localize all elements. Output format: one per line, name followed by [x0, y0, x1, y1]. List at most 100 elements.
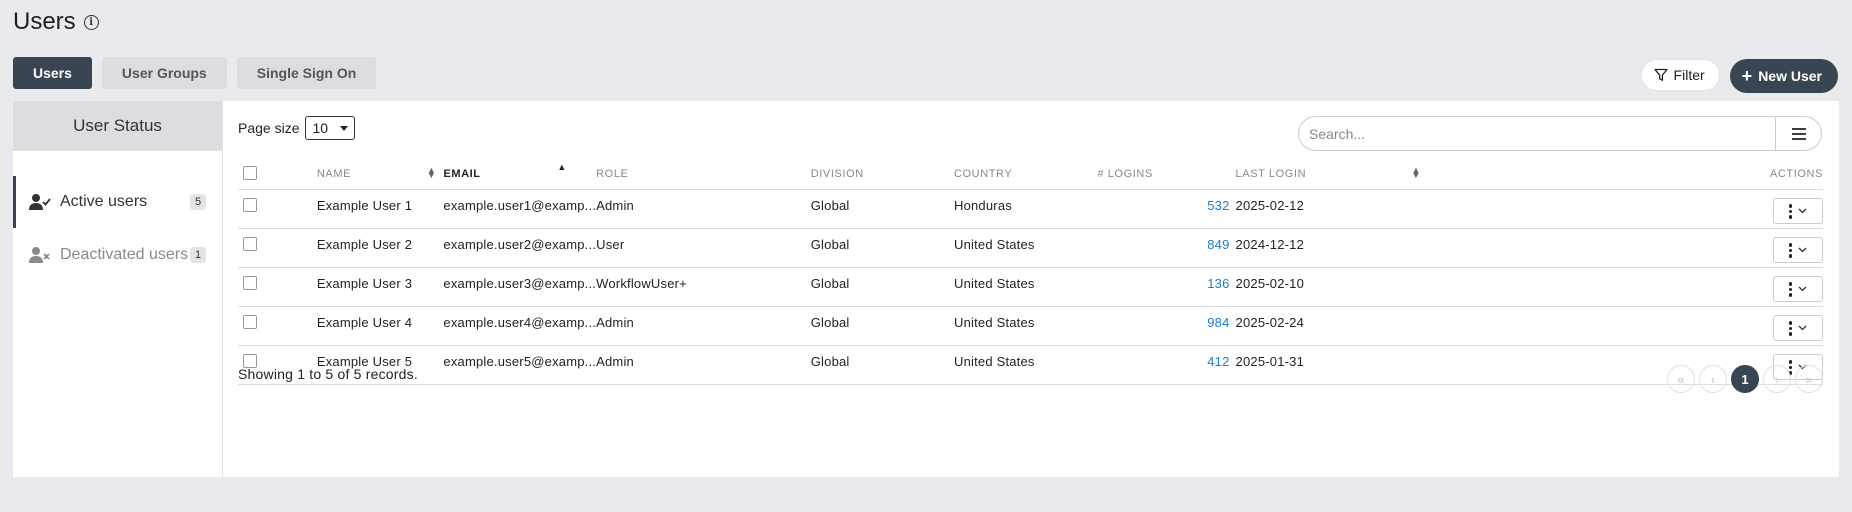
row-checkbox[interactable] — [243, 236, 257, 251]
cell-actions — [1422, 306, 1823, 346]
cell-email: example.user4@examp... — [443, 306, 597, 346]
chevron-down-icon — [1798, 208, 1807, 214]
cell-logins-link[interactable]: 532 — [1097, 189, 1236, 229]
chevron-down-icon — [1798, 325, 1807, 331]
page-title-text: Users — [13, 8, 76, 35]
cell-name: Example User 4 — [316, 306, 444, 346]
row-actions-button[interactable] — [1773, 237, 1823, 264]
table-row[interactable]: Example User 1 example.user1@examp... Admi… — [238, 189, 1823, 229]
cell-division: Global — [810, 345, 954, 385]
page-size-select[interactable]: 10 — [305, 116, 356, 140]
tab-users[interactable]: Users — [13, 57, 92, 89]
cell-name: Example User 1 — [316, 189, 444, 229]
filter-icon — [1653, 68, 1668, 81]
tab-user-groups[interactable]: User Groups — [101, 57, 227, 89]
select-all-checkbox[interactable] — [243, 165, 257, 180]
sort-icon: ▲ ▼ — [1411, 165, 1422, 180]
page-title: Users i — [13, 8, 99, 36]
filter-button[interactable]: Filter — [1640, 59, 1720, 91]
header-country[interactable]: COUNTRY — [953, 157, 1098, 190]
page-size-value: 10 — [312, 120, 329, 136]
header-last-login-label: LAST LOGIN — [1235, 168, 1307, 181]
cell-country: United States — [953, 228, 1098, 268]
last-page-button[interactable]: » — [1795, 365, 1823, 393]
cell-logins-link[interactable]: 984 — [1097, 306, 1236, 346]
cell-role: WorkflowUser+ — [596, 267, 811, 307]
cell-last-login: 2025-02-10 — [1235, 267, 1423, 307]
cell-division: Global — [810, 267, 954, 307]
previous-page-button[interactable]: ‹ — [1699, 365, 1727, 393]
chevron-down-icon — [340, 125, 349, 131]
header-country-label: COUNTRY — [953, 168, 1013, 181]
row-actions-button[interactable] — [1773, 198, 1823, 225]
kebab-icon — [1788, 243, 1793, 258]
row-checkbox[interactable] — [243, 314, 257, 329]
header-email[interactable]: EMAIL ▲ — [443, 157, 597, 190]
cell-country: United States — [953, 306, 1098, 346]
cell-role: Admin — [596, 306, 811, 346]
table-row[interactable]: Example User 4 example.user4@examp... Admi… — [238, 306, 1823, 346]
user-x-icon — [29, 247, 50, 263]
tab-single-sign-on[interactable]: Single Sign On — [236, 57, 377, 89]
tab-bar: Users User Groups Single Sign On — [13, 57, 377, 89]
status-sidebar: User Status Active users 5 Deactivated u… — [13, 101, 223, 477]
cell-country: United States — [953, 267, 1098, 307]
deactivated-users-count-badge: 1 — [190, 247, 206, 263]
first-page-button[interactable]: « — [1667, 365, 1695, 393]
cell-country: United States — [953, 345, 1098, 385]
sort-ascending-icon: ▲ — [557, 162, 567, 172]
cell-actions — [1422, 228, 1823, 268]
header-logins-label: # LOGINS — [1097, 168, 1153, 181]
header-division[interactable]: DIVISION — [810, 157, 954, 190]
filter-button-label: Filter — [1673, 67, 1705, 83]
cell-role: User — [596, 228, 811, 268]
pagination: « ‹ 1 › » — [1667, 365, 1823, 393]
cell-division: Global — [810, 306, 954, 346]
header-select-all — [238, 157, 317, 190]
search-input[interactable] — [1299, 117, 1775, 150]
row-actions-button[interactable] — [1773, 276, 1823, 303]
cell-name: Example User 2 — [316, 228, 444, 268]
row-actions-button[interactable] — [1773, 315, 1823, 342]
page-button-current[interactable]: 1 — [1731, 365, 1759, 393]
cell-logins-link[interactable]: 136 — [1097, 267, 1236, 307]
top-actions: Filter + New User — [1640, 59, 1838, 93]
table-row[interactable]: Example User 2 example.user2@examp... User… — [238, 228, 1823, 268]
header-role-label: ROLE — [596, 168, 629, 181]
column-menu-button[interactable] — [1775, 117, 1821, 150]
cell-division: Global — [810, 189, 954, 229]
cell-logins-link[interactable]: 412 — [1097, 345, 1236, 385]
row-select-cell — [238, 306, 317, 346]
page-size-label: Page size — [238, 120, 300, 136]
sidebar-item-label: Deactivated users — [60, 246, 189, 263]
header-name[interactable]: NAME ▲ ▼ — [316, 157, 444, 190]
info-icon[interactable]: i — [83, 14, 99, 30]
cell-role: Admin — [596, 189, 811, 229]
row-checkbox[interactable] — [243, 197, 257, 212]
header-actions: ACTIONS — [1422, 157, 1823, 190]
next-page-button[interactable]: › — [1763, 365, 1791, 393]
row-checkbox[interactable] — [243, 275, 257, 290]
row-select-cell — [238, 228, 317, 268]
header-last-login[interactable]: LAST LOGIN ▲ ▼ — [1235, 157, 1423, 190]
chevron-down-icon — [1798, 286, 1807, 292]
cell-logins-link[interactable]: 849 — [1097, 228, 1236, 268]
table-row[interactable]: Example User 5 example.user5@examp... Admi… — [238, 345, 1823, 385]
cell-email: example.user3@examp... — [443, 267, 597, 307]
cell-division: Global — [810, 228, 954, 268]
cell-actions — [1422, 267, 1823, 307]
new-user-button[interactable]: + New User — [1729, 59, 1838, 93]
sort-icon: ▲ ▼ — [426, 165, 437, 180]
header-role[interactable]: ROLE — [596, 157, 811, 190]
sidebar-header: User Status — [13, 101, 222, 151]
header-logins[interactable]: # LOGINS — [1097, 157, 1236, 190]
search-box — [1298, 116, 1822, 151]
sidebar-item-deactivated-users[interactable]: Deactivated users 1 — [13, 229, 223, 281]
table-header-row: NAME ▲ ▼ EMAIL ▲ ROLE DIVISION COUNTRY # LO… — [238, 157, 1823, 190]
table-row[interactable]: Example User 3 example.user3@examp... Work… — [238, 267, 1823, 307]
active-users-count-badge: 5 — [190, 194, 206, 210]
sidebar-item-active-users[interactable]: Active users 5 — [13, 176, 223, 228]
kebab-icon — [1788, 321, 1793, 336]
header-division-label: DIVISION — [810, 168, 864, 181]
cell-last-login: 2025-01-31 — [1235, 345, 1423, 385]
